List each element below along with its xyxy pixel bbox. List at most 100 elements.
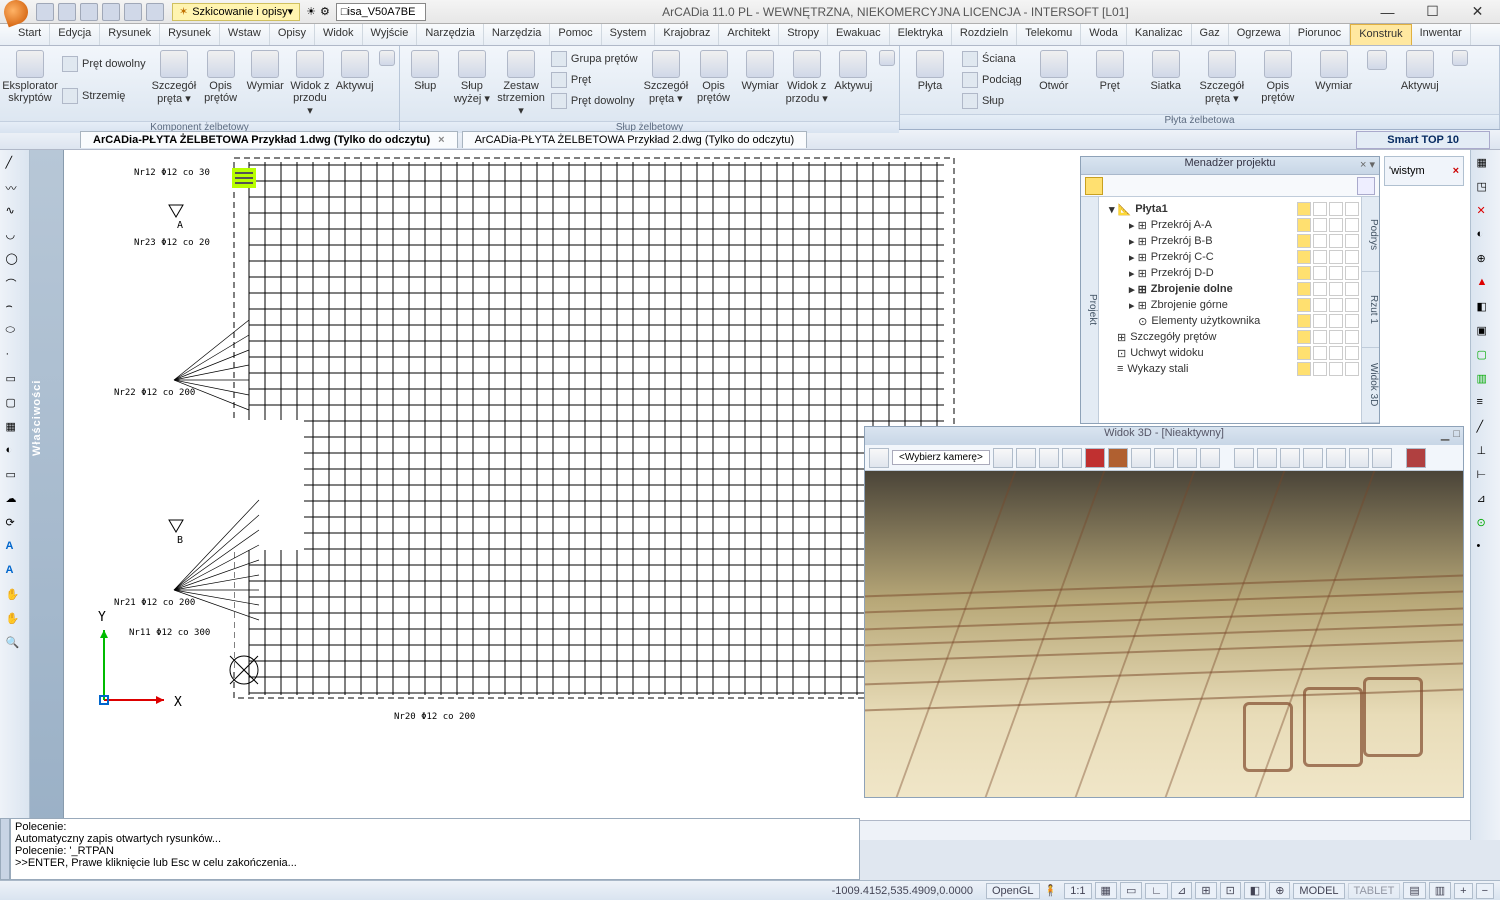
sb12[interactable]: − (1476, 883, 1494, 899)
pan2-icon[interactable]: ✋ (6, 612, 24, 630)
tab-system[interactable]: System (602, 24, 656, 45)
tab-ogrzewanie[interactable]: Ogrzewa (1229, 24, 1290, 45)
v3d-t8-icon[interactable] (1131, 448, 1151, 468)
close-icon[interactable]: × (438, 134, 444, 146)
sb8[interactable]: ⊕ (1269, 882, 1290, 899)
rebar-desc2-button[interactable]: Opis prętów (690, 48, 737, 106)
sb10[interactable]: ▥ (1429, 882, 1451, 899)
tree-wykazy[interactable]: ≡ Wykazy stali (1101, 361, 1359, 377)
v3d-t7-icon[interactable] (1108, 448, 1128, 468)
v3d-t10-icon[interactable] (1177, 448, 1197, 468)
doc-tab-1[interactable]: ArCADia-PŁYTA ŻELBETOWA Przykład 1.dwg (… (80, 131, 458, 148)
properties-panel[interactable]: Właściwości (30, 150, 64, 840)
view3d-scene[interactable] (865, 471, 1463, 797)
qat-open-icon[interactable] (58, 3, 76, 21)
v3d-t6-icon[interactable] (1085, 448, 1105, 468)
rt13-icon[interactable]: ⊢ (1477, 468, 1495, 486)
mesh-button[interactable]: Siatka (1138, 48, 1194, 94)
dim3-button[interactable]: Wymiar (1306, 48, 1362, 94)
rt15-icon[interactable]: ⊙ (1477, 516, 1495, 534)
v3d-t12-icon[interactable] (1234, 448, 1254, 468)
rebar-group-button[interactable]: Grupa prętów (547, 50, 642, 68)
tree-przekroj-aa[interactable]: ▸ ⊞ Przekrój A-A (1101, 217, 1359, 233)
dim2-button[interactable]: Wymiar (737, 48, 784, 94)
tab-wyjscie[interactable]: Wyjście (363, 24, 418, 45)
pm-close-icon[interactable]: × ▾ (1360, 158, 1375, 171)
column-up-button[interactable]: Słup wyżej ▾ (449, 48, 496, 107)
status-opengl[interactable]: OpenGL (986, 883, 1040, 899)
tab-telekom[interactable]: Telekomu (1017, 24, 1081, 45)
v3d-t14-icon[interactable] (1280, 448, 1300, 468)
tree-przekroj-cc[interactable]: ▸ ⊞ Przekrój C-C (1101, 249, 1359, 265)
maximize-button[interactable]: ☐ (1410, 0, 1455, 24)
rt-cross-icon[interactable]: ✕ (1477, 204, 1495, 222)
textA-icon[interactable]: A (6, 540, 24, 558)
close-icon[interactable]: × (1453, 165, 1459, 177)
qat-save-icon[interactable] (80, 3, 98, 21)
pan-icon[interactable]: ✋ (6, 588, 24, 606)
stirrup-button[interactable]: Strzemię (58, 87, 150, 105)
sb9[interactable]: ▤ (1403, 882, 1425, 899)
sb2[interactable]: ▭ (1120, 882, 1142, 899)
activate3-button[interactable]: Aktywuj (1392, 48, 1448, 94)
v3d-t5-icon[interactable] (1062, 448, 1082, 468)
rebar-desc-button[interactable]: Opis prętów (198, 48, 243, 106)
tree-przekroj-bb[interactable]: ▸ ⊞ Przekrój B-B (1101, 233, 1359, 249)
stirrup-set-button[interactable]: Zestaw strzemion ▾ (495, 48, 547, 119)
circle-icon[interactable]: ◯ (6, 252, 24, 270)
v3d-tool1-icon[interactable] (869, 448, 889, 468)
tab-widok[interactable]: Widok (315, 24, 363, 45)
tab-opisy[interactable]: Opisy (270, 24, 315, 45)
rt9-icon[interactable]: ▥ (1477, 372, 1495, 390)
hatch-icon[interactable]: ▦ (6, 420, 24, 438)
tab-narzedzia[interactable]: Narzędzia (417, 24, 484, 45)
v3d-t13-icon[interactable] (1257, 448, 1277, 468)
rebar-any-button[interactable]: Pręt dowolny (58, 55, 150, 73)
v3d-t9-icon[interactable] (1154, 448, 1174, 468)
tree-root[interactable]: ▾ 📐 Płyta1 (1101, 201, 1359, 217)
textA2-icon[interactable]: A (6, 564, 24, 582)
pm-side-podrys[interactable]: Podrys (1362, 197, 1379, 272)
tab-wstaw[interactable]: Wstaw (220, 24, 270, 45)
rt4-icon[interactable]: ⊕ (1477, 252, 1495, 270)
v3d-t18-icon[interactable] (1372, 448, 1392, 468)
tree-zbrojenie-gorne[interactable]: ▸ ⊞ Zbrojenie górne (1101, 297, 1359, 313)
rt3-icon[interactable]: ◐ (1477, 228, 1495, 246)
v3d-t15-icon[interactable] (1303, 448, 1323, 468)
point-icon[interactable]: · (6, 348, 24, 366)
activate-button[interactable]: Aktywuj (332, 48, 377, 94)
rt14-icon[interactable]: ⊿ (1477, 492, 1495, 510)
pm-home-icon[interactable] (1085, 177, 1103, 195)
tab-kanalizacja[interactable]: Kanalizac (1127, 24, 1192, 45)
tree-przekroj-dd[interactable]: ▸ ⊞ Przekrój D-D (1101, 265, 1359, 281)
pm-tool-icon[interactable] (1357, 177, 1375, 195)
v3d-t2-icon[interactable] (993, 448, 1013, 468)
tab-rysunek2[interactable]: Rysunek (160, 24, 220, 45)
close-button[interactable]: ✕ (1455, 0, 1500, 24)
qat-saveall-icon[interactable] (102, 3, 120, 21)
rt16-icon[interactable]: • (1477, 540, 1495, 558)
group3-more[interactable] (1448, 48, 1472, 68)
tool2-icon[interactable]: ▭ (6, 468, 24, 486)
rebar-detail3-button[interactable]: Szczegół pręta ▾ (1194, 48, 1250, 107)
tool3-icon[interactable]: ☁ (6, 492, 24, 510)
collapsed-palette[interactable]: 'wistym× (1384, 156, 1464, 186)
rebar-detail-button[interactable]: Szczegół pręta ▾ (150, 48, 199, 107)
sb5[interactable]: ⊞ (1195, 882, 1216, 899)
tree-uchwyt[interactable]: ⊡ Uchwyt widoku (1101, 345, 1359, 361)
v3d-min-icon[interactable]: ▁ (1441, 428, 1449, 441)
gear-icon[interactable]: ⚙ (320, 5, 330, 18)
camera-select[interactable]: <Wybierz kamerę> (892, 450, 990, 465)
rebar-any2-button[interactable]: Pręt dowolny (547, 92, 642, 110)
rebar3-button[interactable]: Pręt (1082, 48, 1138, 94)
tab-stropy[interactable]: Stropy (779, 24, 828, 45)
dimension-button[interactable]: Wymiar (243, 48, 288, 94)
v3d-t11-icon[interactable] (1200, 448, 1220, 468)
wall-button[interactable]: Ściana (958, 50, 1026, 68)
column-button[interactable]: Słup (402, 48, 449, 94)
slab-button[interactable]: Płyta (902, 48, 958, 94)
v3d-max-icon[interactable]: □ (1453, 428, 1460, 441)
spline-icon[interactable]: ∿ (6, 204, 24, 222)
rebar-desc3-button[interactable]: Opis prętów (1250, 48, 1306, 106)
status-model[interactable]: MODEL (1293, 883, 1344, 899)
